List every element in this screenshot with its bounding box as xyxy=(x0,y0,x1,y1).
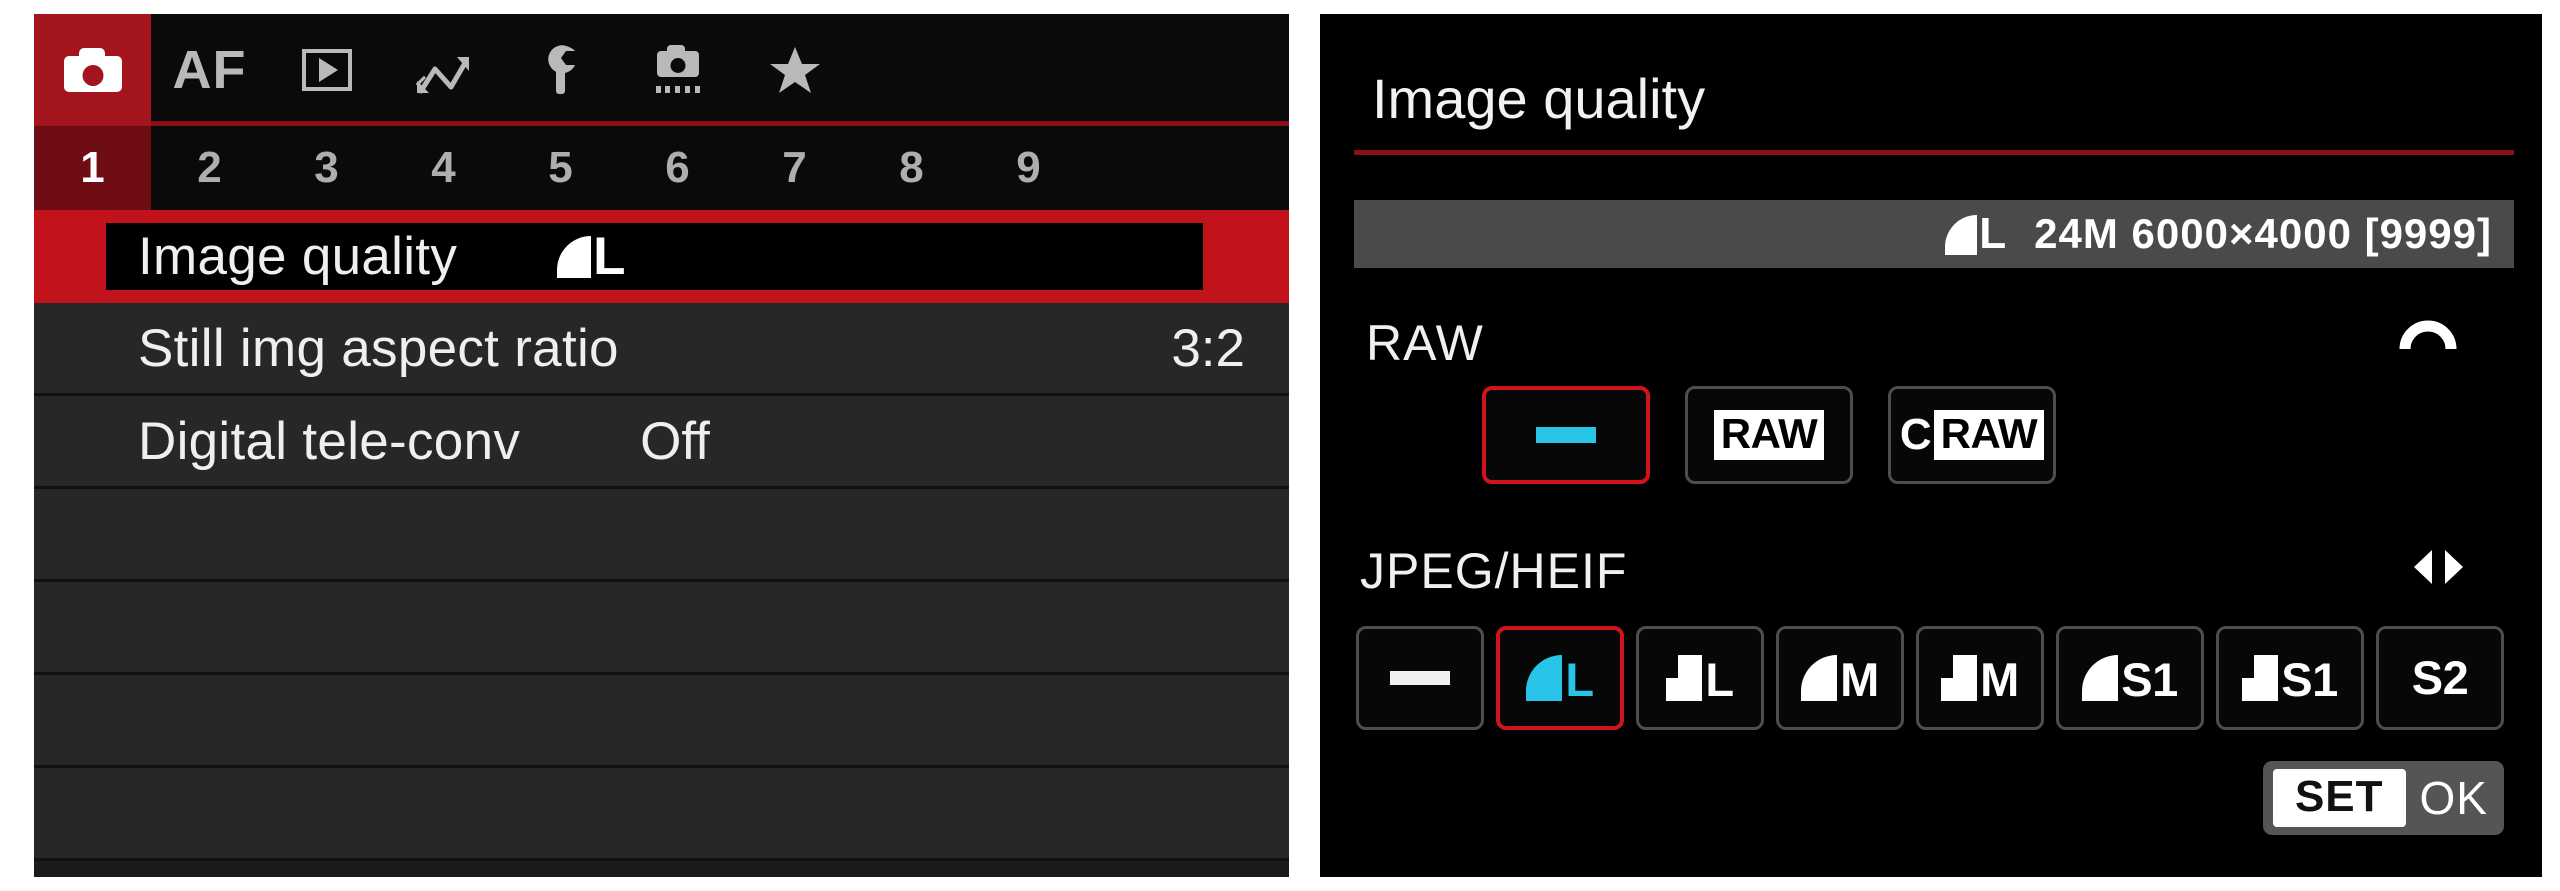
fine-small1-glyph-group: S1 xyxy=(2082,652,2178,706)
fine-quality-icon xyxy=(1801,655,1838,701)
dialog-title-divider xyxy=(1354,150,2514,155)
tab-my-menu[interactable] xyxy=(736,14,853,126)
menu-tab-strip: AF xyxy=(34,14,1289,126)
current-quality-spec: 24M 6000×4000 [9999] xyxy=(2034,210,2492,257)
menu-item-value: 3:2 xyxy=(1171,318,1245,378)
set-key-label: SET xyxy=(2272,769,2406,827)
menu-item-empty xyxy=(34,582,1289,675)
raw-options-row: RAW C RAW xyxy=(1482,386,2091,484)
screenshot-root: AF 1 2 3 4 5 6 7 8 9 Image quality L Sti… xyxy=(0,0,2560,891)
tab-af-label: AF xyxy=(172,40,247,100)
tab-setup[interactable] xyxy=(502,14,619,126)
tab-playback[interactable] xyxy=(268,14,385,126)
jpeg-option-label: M xyxy=(1980,652,2019,706)
page-tab-1[interactable]: 1 xyxy=(34,126,151,210)
tab-af[interactable]: AF xyxy=(151,14,268,126)
normal-quality-icon xyxy=(2242,655,2279,701)
raw-option-craw[interactable]: C RAW xyxy=(1888,386,2056,484)
current-quality-size: L xyxy=(1979,209,2007,259)
menu-item-digital-tele-conv[interactable]: Digital tele-conv Off xyxy=(34,396,1289,489)
jpeg-option-label: S2 xyxy=(2411,650,2469,704)
menu-item-empty xyxy=(34,675,1289,768)
page-tab-7[interactable]: 7 xyxy=(736,126,853,210)
normal-quality-icon xyxy=(1941,655,1978,701)
camera-icon xyxy=(63,48,122,92)
raw-section-label: RAW xyxy=(1366,315,1484,371)
page-tab-4[interactable]: 4 xyxy=(385,126,502,210)
menu-item-label: Still img aspect ratio xyxy=(138,318,619,378)
menu-item-label: Digital tele-conv xyxy=(138,411,521,471)
menu-item-label: Image quality xyxy=(138,227,458,286)
fine-quality-icon xyxy=(2082,655,2119,701)
zigzag-icon xyxy=(413,48,475,94)
jpeg-option-label: L xyxy=(1705,652,1734,706)
page-tab-9[interactable]: 9 xyxy=(970,126,1087,210)
menu-page-strip: 1 2 3 4 5 6 7 8 9 xyxy=(34,126,1289,210)
page-tab-2[interactable]: 2 xyxy=(151,126,268,210)
dash-icon xyxy=(1390,671,1450,685)
tab-shooting[interactable] xyxy=(34,14,151,126)
raw-option-none[interactable] xyxy=(1482,386,1650,484)
jpeg-option-normal-small1[interactable]: S1 xyxy=(2216,626,2364,730)
fine-quality-icon xyxy=(557,236,592,279)
jpeg-option-normal-medium[interactable]: M xyxy=(1916,626,2044,730)
jpeg-option-none[interactable] xyxy=(1356,626,1484,730)
jpeg-option-fine-small1[interactable]: S1 xyxy=(2056,626,2204,730)
raw-option-raw[interactable]: RAW xyxy=(1685,386,1853,484)
page-tab-3[interactable]: 3 xyxy=(268,126,385,210)
camera-menu-panel: AF 1 2 3 4 5 6 7 8 9 Image quality L Sti… xyxy=(34,14,1289,877)
page-tab-6[interactable]: 6 xyxy=(619,126,736,210)
menu-item-empty xyxy=(34,489,1289,582)
wrench-icon xyxy=(539,44,583,96)
small2-glyph-group: S2 xyxy=(2411,650,2469,704)
set-ok-button[interactable]: SET OK xyxy=(2262,761,2504,835)
dialog-title: Image quality xyxy=(1372,67,1706,130)
menu-item-value: Off xyxy=(640,411,710,471)
jpeg-option-normal-large[interactable]: L xyxy=(1636,626,1764,730)
jpeg-option-fine-medium[interactable]: M xyxy=(1776,626,1904,730)
current-quality-icon: L xyxy=(1945,209,2007,259)
jpeg-options-row: L L M M S1 S1 S2 xyxy=(1356,626,2516,730)
fine-quality-icon xyxy=(1526,655,1563,701)
left-right-arrows-icon xyxy=(2412,548,2465,586)
menu-item-empty xyxy=(34,768,1289,861)
craw-badge-label: RAW xyxy=(1933,410,2045,460)
jpeg-option-label: S1 xyxy=(2281,652,2338,706)
star-icon xyxy=(768,44,822,96)
fine-large-glyph-group: L xyxy=(1526,652,1594,706)
jpeg-option-label: M xyxy=(1840,652,1879,706)
fine-quality-icon xyxy=(1945,214,1978,255)
normal-large-glyph-group: L xyxy=(1666,652,1734,706)
custom-camera-icon xyxy=(653,45,703,95)
raw-badge-label: RAW xyxy=(1713,410,1825,460)
normal-medium-glyph-group: M xyxy=(1941,652,2019,706)
ok-label: OK xyxy=(2419,772,2488,824)
normal-small1-glyph-group: S1 xyxy=(2242,652,2338,706)
menu-item-list: Image quality L Still img aspect ratio 3… xyxy=(34,210,1289,861)
tab-custom-functions[interactable] xyxy=(619,14,736,126)
craw-prefix-label: C xyxy=(1899,410,1932,459)
jpeg-option-fine-large[interactable]: L xyxy=(1496,626,1624,730)
current-quality-info-bar: L 24M 6000×4000 [9999] xyxy=(1354,200,2514,268)
jpeg-option-label: L xyxy=(1565,652,1594,706)
jpeg-option-label: S1 xyxy=(2121,652,2178,706)
image-quality-value: L xyxy=(557,226,626,286)
fine-medium-glyph-group: M xyxy=(1801,652,1879,706)
dash-icon xyxy=(1536,427,1596,443)
menu-item-still-img-aspect-ratio[interactable]: Still img aspect ratio 3:2 xyxy=(34,303,1289,396)
main-dial-icon xyxy=(2398,318,2458,357)
play-icon xyxy=(301,49,352,91)
tab-wireless[interactable] xyxy=(385,14,502,126)
image-quality-dialog: Image quality L 24M 6000×4000 [9999] RAW… xyxy=(1320,14,2542,877)
page-tab-8[interactable]: 8 xyxy=(853,126,970,210)
normal-quality-icon xyxy=(1666,655,1703,701)
image-quality-size-label: L xyxy=(593,226,626,286)
page-tab-5[interactable]: 5 xyxy=(502,126,619,210)
menu-item-image-quality[interactable]: Image quality L xyxy=(34,210,1289,303)
jpeg-option-small2[interactable]: S2 xyxy=(2376,626,2504,730)
jpeg-section-label: JPEG/HEIF xyxy=(1360,543,1628,599)
